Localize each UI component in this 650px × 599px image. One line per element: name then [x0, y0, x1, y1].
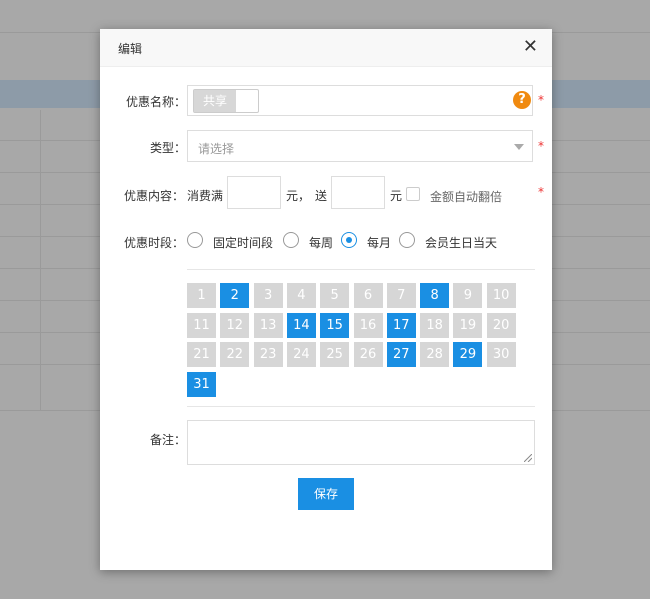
- gift-amount-input[interactable]: [331, 176, 385, 209]
- calendar-day[interactable]: 5: [320, 283, 350, 308]
- calendar-day[interactable]: 17: [386, 312, 416, 338]
- auto-double-label: 金额自动翻倍: [430, 190, 503, 204]
- calendar-day[interactable]: 6: [353, 283, 383, 308]
- radio-fixed-period[interactable]: [187, 232, 203, 248]
- calendar-day[interactable]: 3: [253, 283, 283, 308]
- share-toggle[interactable]: 共享: [193, 89, 259, 113]
- send-text: 送: [315, 189, 328, 203]
- resize-handle-icon[interactable]: [524, 454, 532, 462]
- chevron-down-icon: [514, 144, 524, 150]
- radio-birthday-label: 会员生日当天: [425, 236, 498, 250]
- type-select-placeholder: 请选择: [198, 142, 235, 156]
- required-mark: *: [538, 139, 544, 153]
- calendar-day[interactable]: 4: [286, 283, 316, 308]
- calendar-day[interactable]: 13: [253, 312, 283, 338]
- note-label: 备注：: [149, 433, 186, 447]
- calendar-day[interactable]: 28: [420, 342, 450, 367]
- calendar-day[interactable]: 19: [453, 312, 483, 338]
- calendar-day[interactable]: 23: [253, 342, 283, 367]
- calendar-day[interactable]: 31: [187, 371, 216, 397]
- auto-double-checkbox[interactable]: [406, 187, 420, 201]
- calendar-day[interactable]: 14: [286, 312, 316, 338]
- calendar-day[interactable]: 24: [286, 342, 316, 367]
- close-icon[interactable]: ✕: [523, 37, 538, 57]
- divider: [187, 269, 535, 270]
- type-label: 类型：: [149, 141, 186, 155]
- calendar-day[interactable]: 25: [320, 342, 350, 367]
- calendar-day[interactable]: 8: [420, 283, 450, 308]
- discount-name-label: 优惠名称：: [125, 95, 186, 109]
- calendar-day[interactable]: 12: [220, 312, 250, 338]
- calendar-day[interactable]: 1: [187, 283, 216, 308]
- calendar-day[interactable]: 9: [453, 283, 483, 308]
- calendar-day[interactable]: 15: [320, 312, 350, 338]
- spend-unit-text: 元，: [286, 189, 311, 203]
- edit-dialog: 编辑 ✕ 优惠名称： 共享 ? * 类型： 请选择 * 优惠内容： 消费满 元，…: [100, 29, 552, 570]
- calendar-day[interactable]: 27: [386, 342, 416, 367]
- calendar-day[interactable]: 2: [220, 283, 250, 308]
- radio-birthday[interactable]: [399, 232, 415, 248]
- calendar-day[interactable]: 20: [486, 312, 516, 338]
- discount-content-label: 优惠内容：: [124, 189, 185, 203]
- gift-unit-text: 元: [390, 189, 403, 203]
- dialog-title: 编辑: [118, 42, 143, 56]
- required-mark: *: [538, 93, 544, 107]
- share-toggle-label: 共享: [194, 90, 236, 112]
- radio-weekly-label: 每周: [309, 236, 334, 250]
- calendar-day[interactable]: 11: [187, 312, 216, 338]
- radio-monthly-label: 每月: [367, 236, 392, 250]
- calendar-day[interactable]: 21: [187, 342, 216, 367]
- calendar-day[interactable]: 22: [220, 342, 250, 367]
- calendar-day[interactable]: 16: [353, 312, 383, 338]
- radio-monthly[interactable]: [341, 232, 357, 248]
- radio-fixed-period-label: 固定时间段: [213, 236, 274, 250]
- calendar-day[interactable]: 7: [386, 283, 416, 308]
- calendar-day[interactable]: 18: [420, 312, 450, 338]
- calendar-day[interactable]: 26: [353, 342, 383, 367]
- spend-amount-input[interactable]: [227, 176, 281, 209]
- calendar-day[interactable]: 30: [486, 342, 516, 367]
- save-button[interactable]: 保存: [298, 478, 354, 510]
- background-column-line: [40, 110, 41, 411]
- note-textarea[interactable]: [187, 420, 535, 465]
- required-mark: *: [538, 185, 544, 199]
- spend-prefix-text: 消费满: [187, 189, 224, 203]
- calendar-day[interactable]: 10: [486, 283, 516, 308]
- help-icon[interactable]: ?: [513, 91, 531, 109]
- calendar-day[interactable]: 29: [453, 342, 483, 367]
- period-label: 优惠时段：: [124, 236, 185, 250]
- discount-name-field[interactable]: 共享: [187, 85, 533, 116]
- radio-weekly[interactable]: [283, 232, 299, 248]
- dialog-header: 编辑 ✕: [100, 29, 552, 67]
- divider: [187, 406, 535, 407]
- type-select[interactable]: 请选择: [187, 130, 533, 162]
